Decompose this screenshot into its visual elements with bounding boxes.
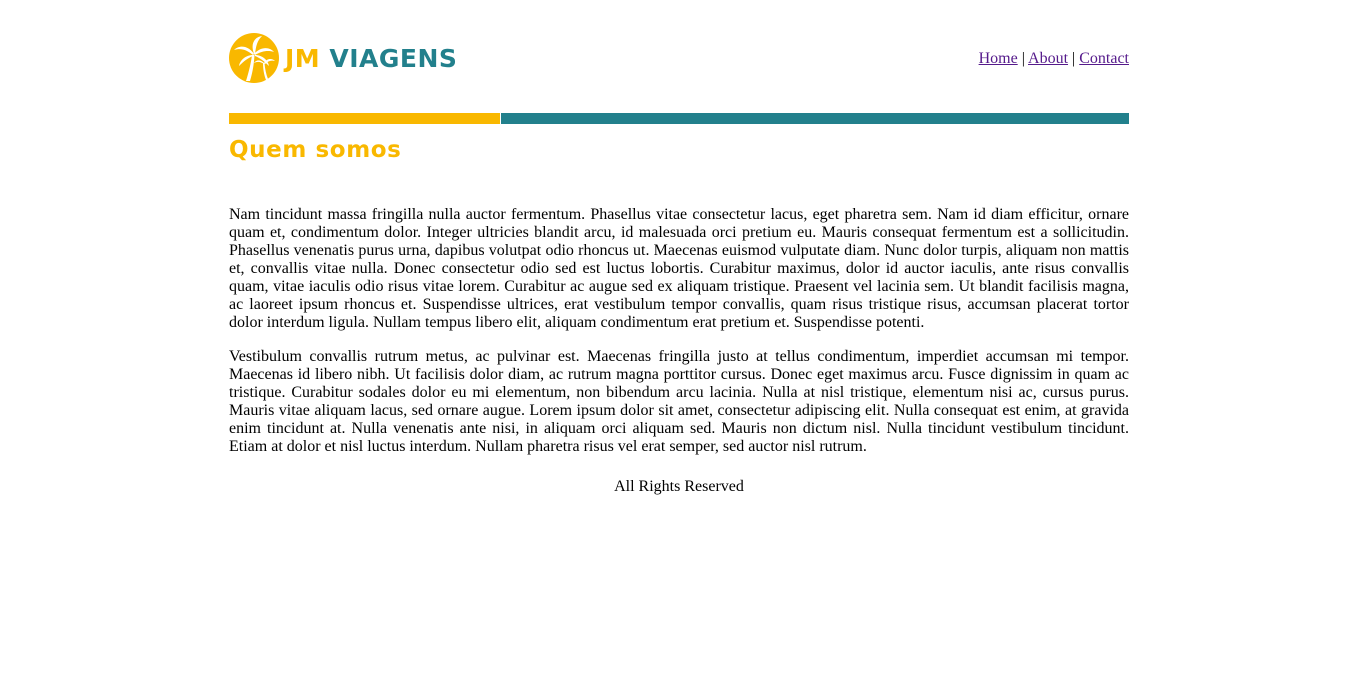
header-divider	[229, 113, 1129, 124]
main-content: Nam tincidunt massa fringilla nulla auct…	[229, 206, 1129, 456]
site-logo[interactable]: JM VIAGENS	[229, 32, 463, 84]
logo-wordmark-jm: JM	[285, 43, 321, 73]
nav-link-about[interactable]: About	[1028, 50, 1068, 67]
nav-separator: |	[1072, 50, 1076, 67]
main-nav: Home | About | Contact	[979, 49, 1129, 68]
content-paragraph: Vestibulum convallis rutrum metus, ac pu…	[229, 348, 1129, 455]
nav-link-contact[interactable]: Contact	[1079, 50, 1129, 67]
palm-tree-icon	[229, 33, 279, 83]
content-paragraph: Nam tincidunt massa fringilla nulla auct…	[229, 206, 1129, 331]
nav-separator: |	[1021, 50, 1025, 67]
logo-wordmark: JM VIAGENS	[285, 44, 457, 73]
divider-yellow-segment	[229, 113, 500, 124]
page-title: Quem somos	[229, 137, 402, 163]
site-header: JM VIAGENS Home | About | Contact	[229, 0, 1129, 113]
logo-wordmark-viagens: VIAGENS	[329, 43, 458, 73]
divider-teal-segment	[501, 113, 1129, 124]
footer-text: All Rights Reserved	[614, 478, 744, 495]
page-container: JM VIAGENS Home | About | Contact Quem s…	[229, 0, 1129, 496]
nav-link-home[interactable]: Home	[979, 50, 1018, 67]
